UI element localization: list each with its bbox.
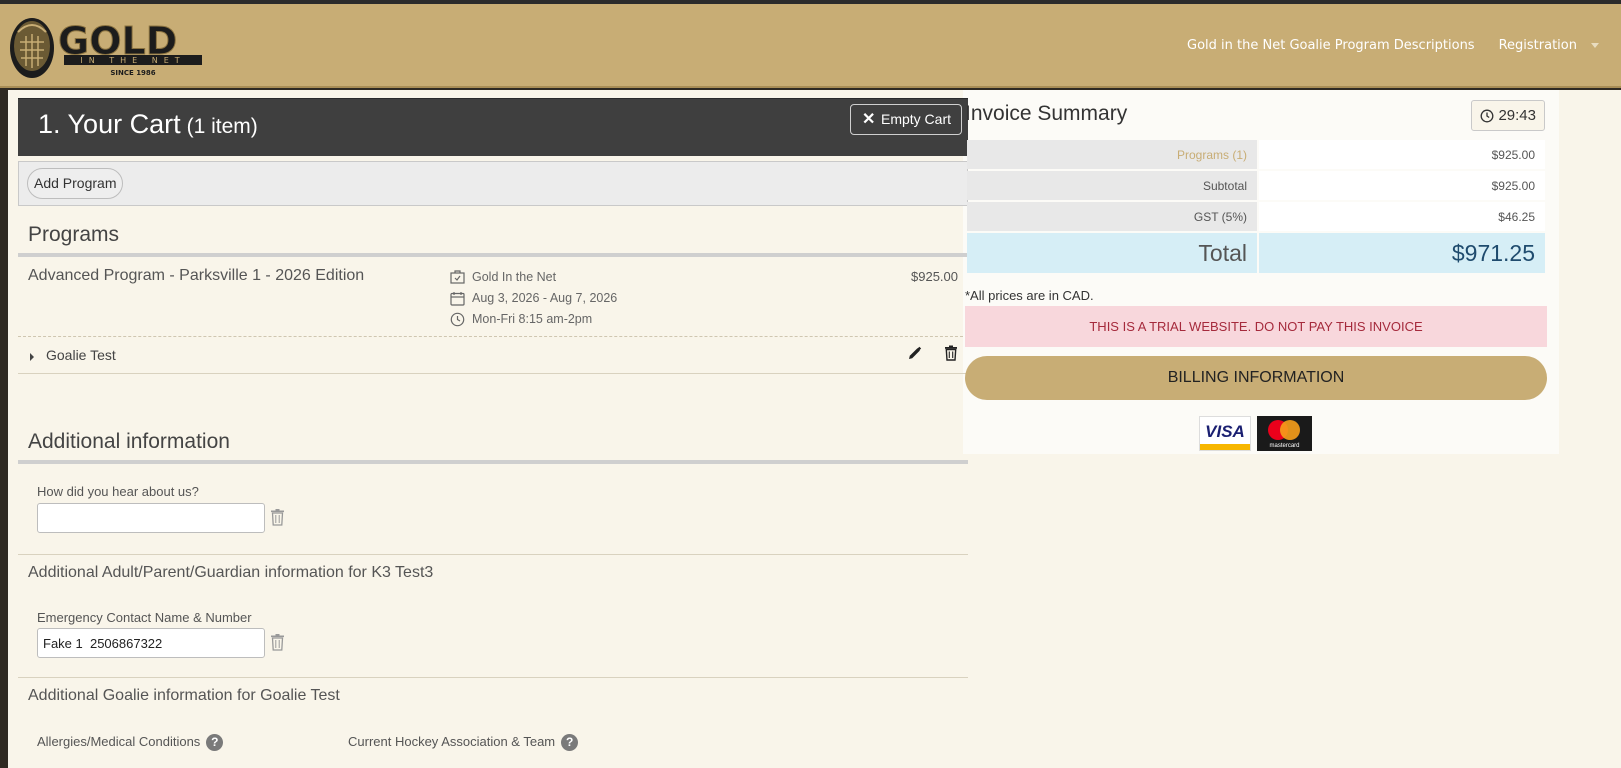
hear-about-us-input[interactable] <box>37 503 265 533</box>
participant-name: Goalie Test <box>46 347 116 363</box>
invoice-title: Invoice Summary <box>965 102 1128 125</box>
chevron-down-icon[interactable] <box>1591 43 1599 48</box>
programs-heading: Programs <box>18 223 968 257</box>
trash-icon[interactable] <box>270 633 285 651</box>
empty-cart-button[interactable]: ✕ Empty Cart <box>849 104 962 135</box>
add-program-bar: Add Program <box>18 161 968 206</box>
add-program-button[interactable]: Add Program <box>27 168 124 199</box>
program-details: Gold In the Net Aug 3, 2026 - Aug 7, 202… <box>450 269 617 332</box>
nav-registration[interactable]: Registration <box>1499 38 1577 53</box>
hear-about-us-label: How did you hear about us? <box>37 484 199 499</box>
billing-information-button[interactable]: BILLING INFORMATION <box>965 356 1547 400</box>
session-timer: 29:43 <box>1471 100 1545 131</box>
additional-info-heading: Additional information <box>18 430 968 464</box>
visa-logo: VISA <box>1199 416 1251 451</box>
invoice-row-programs: Programs (1) $925.00 <box>967 140 1545 169</box>
program-dates: Aug 3, 2026 - Aug 7, 2026 <box>450 290 617 311</box>
participant-row[interactable]: Goalie Test <box>18 337 968 374</box>
svg-text:IN THE NET: IN THE NET <box>80 56 185 65</box>
programs-amount: $925.00 <box>1259 140 1545 169</box>
close-icon: ✕ <box>861 111 876 128</box>
expand-caret-icon[interactable] <box>30 353 34 361</box>
trash-icon[interactable] <box>270 508 285 526</box>
clock-icon <box>450 312 465 327</box>
gst-amount: $46.25 <box>1259 202 1545 231</box>
program-row: Advanced Program - Parksville 1 - 2026 E… <box>18 257 968 337</box>
programs-link[interactable]: Programs (1) <box>967 140 1257 169</box>
total-amount: $971.25 <box>1259 233 1545 273</box>
total-label: Total <box>967 233 1257 273</box>
checkout-page: 1. Your Cart (1 item) ✕ Empty Cart Add Pr… <box>8 90 1621 768</box>
calendar-icon <box>450 292 465 306</box>
hockey-association-label: Current Hockey Association & Team? <box>348 734 579 752</box>
gold-in-the-net-logo[interactable]: GOLD IN THE NET SINCE 1986 <box>6 10 216 86</box>
timer-value: 29:43 <box>1498 107 1536 124</box>
program-name: Advanced Program - Parksville 1 - 2026 E… <box>28 267 365 284</box>
guardian-info-heading: Additional Adult/Parent/Guardian informa… <box>28 564 434 581</box>
program-price: $925.00 <box>911 269 958 284</box>
help-icon[interactable]: ? <box>206 734 224 752</box>
invoice-row-subtotal: Subtotal $925.00 <box>967 171 1545 200</box>
cart-column: 1. Your Cart (1 item) ✕ Empty Cart Add Pr… <box>18 98 968 767</box>
program-schedule: Mon-Fri 8:15 am-2pm <box>450 311 617 332</box>
emergency-contact-label: Emergency Contact Name & Number <box>37 610 252 625</box>
pencil-icon[interactable] <box>907 346 922 361</box>
organization-icon <box>450 270 465 284</box>
main-nav: Gold in the Net Goalie Program Descripti… <box>1187 38 1599 53</box>
program-organization: Gold In the Net <box>450 269 617 290</box>
allergies-label: Allergies/Medical Conditions? <box>37 734 224 752</box>
trial-warning-banner: THIS IS A TRIAL WEBSITE. DO NOT PAY THIS… <box>965 306 1547 347</box>
hear-about-us-block: How did you hear about us? <box>18 464 968 554</box>
help-icon[interactable]: ? <box>561 734 579 752</box>
mastercard-logo: mastercard <box>1257 416 1312 451</box>
subtotal-label: Subtotal <box>967 171 1257 200</box>
payment-card-logos: VISA mastercard <box>1199 416 1312 451</box>
svg-text:SINCE 1986: SINCE 1986 <box>110 69 155 77</box>
emergency-contact-input[interactable] <box>37 628 265 658</box>
guardian-info-block: Additional Adult/Parent/Guardian informa… <box>18 554 968 677</box>
goalie-info-heading: Additional Goalie information for Goalie… <box>28 687 340 704</box>
cart-title: 1. Your Cart (1 item) <box>38 109 258 140</box>
invoice-row-total: Total $971.25 <box>967 233 1545 273</box>
invoice-table: Programs (1) $925.00 Subtotal $925.00 GS… <box>965 138 1547 275</box>
cart-item-count: (1 item) <box>186 115 258 138</box>
goalie-info-block: Additional Goalie information for Goalie… <box>18 677 968 767</box>
cart-header: 1. Your Cart (1 item) ✕ Empty Cart <box>18 98 968 156</box>
site-header: GOLD IN THE NET SINCE 1986 Gold in the N… <box>0 4 1621 88</box>
clock-icon <box>1481 109 1494 123</box>
gst-label: GST (5%) <box>967 202 1257 231</box>
trash-icon[interactable] <box>944 345 958 361</box>
subtotal-amount: $925.00 <box>1259 171 1545 200</box>
empty-cart-label: Empty Cart <box>880 111 951 127</box>
invoice-row-gst: GST (5%) $46.25 <box>967 202 1545 231</box>
cart-title-text: 1. Your Cart <box>38 109 181 139</box>
currency-note: *All prices are in CAD. <box>965 288 1094 303</box>
nav-program-descriptions[interactable]: Gold in the Net Goalie Program Descripti… <box>1187 38 1475 53</box>
